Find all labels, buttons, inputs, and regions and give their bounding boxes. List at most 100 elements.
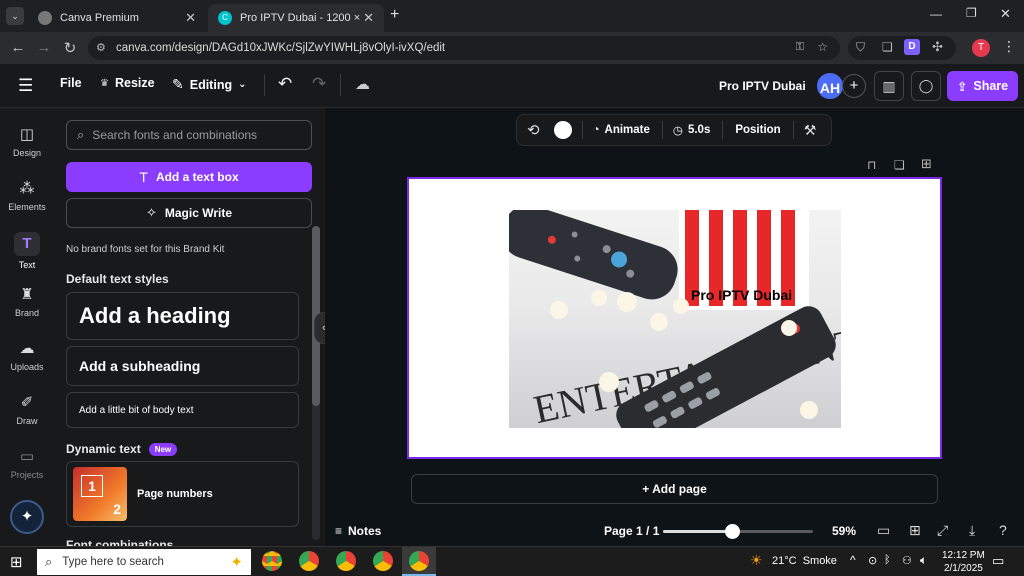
- rail-item-brand[interactable]: ♜ Brand: [0, 286, 54, 318]
- overlay-title-text[interactable]: Pro IPTV Dubai: [691, 287, 792, 303]
- rail-label: Projects: [10, 470, 44, 480]
- clock[interactable]: 12:12 PM 2/1/2025: [942, 549, 985, 575]
- fullscreen-icon[interactable]: ⤢: [937, 522, 948, 539]
- divider: [722, 121, 724, 139]
- canvas-area: ⟲ ◔ Animate ◷ 5.0s Position ⚒ ⊓ ❏ ⊞ Pro …: [325, 108, 1024, 546]
- close-icon[interactable]: ✕: [363, 10, 374, 26]
- editing-mode-button[interactable]: ✎ Editing ⌄: [172, 76, 246, 93]
- menu-kebab-icon[interactable]: ⋮: [1002, 38, 1016, 55]
- position-button[interactable]: Position: [735, 124, 780, 136]
- weather-text[interactable]: 21°C Smoke: [772, 555, 837, 567]
- cloud-save-icon[interactable]: ☁: [355, 75, 370, 93]
- rail-item-design[interactable]: ◫ Design: [0, 126, 54, 158]
- restore-button[interactable]: ❐: [966, 6, 977, 20]
- network-icon[interactable]: ⚇: [902, 554, 912, 567]
- tab-pro-iptv[interactable]: C Pro IPTV Dubai - 1200 × 628px ✕: [208, 4, 384, 32]
- share-button[interactable]: ⇪ Share: [947, 71, 1018, 101]
- chrome-taskbar-icon[interactable]: [336, 551, 356, 571]
- tab-canva-premium[interactable]: Canva Premium ✕: [28, 4, 206, 32]
- add-body-text-card[interactable]: Add a little bit of body text: [66, 392, 299, 428]
- replace-icon[interactable]: ⟲: [527, 121, 540, 139]
- volume-icon[interactable]: 🔈︎: [920, 553, 927, 568]
- rail-item-draw[interactable]: ✐ Draw: [0, 394, 54, 426]
- hamburger-menu-icon[interactable]: ☰: [18, 76, 33, 96]
- puzzle-icon[interactable]: ✣: [932, 39, 943, 55]
- zoom-level[interactable]: 59%: [832, 524, 856, 538]
- window-close-button[interactable]: ✕: [1000, 6, 1011, 22]
- rail-item-text[interactable]: T Text: [0, 232, 54, 270]
- panel-scrollbar[interactable]: [312, 226, 320, 540]
- windows-start-icon[interactable]: ⊞: [10, 553, 23, 571]
- add-heading-card[interactable]: Add a heading: [66, 292, 299, 340]
- reload-icon[interactable]: ↻: [58, 39, 82, 57]
- rail-item-elements[interactable]: ⁂ Elements: [0, 180, 54, 212]
- magic-write-button[interactable]: ✧ Magic Write: [66, 198, 312, 228]
- chrome-taskbar-icon[interactable]: [262, 551, 282, 571]
- notifications-icon[interactable]: ▭: [992, 553, 1004, 569]
- invite-plus-icon[interactable]: +: [842, 74, 866, 98]
- tab-search-button[interactable]: ⌄: [6, 7, 24, 25]
- url-field[interactable]: ⚙ canva.com/design/DAGd10xJWKc/SjlZwYIWH…: [88, 36, 840, 60]
- insights-chart-icon[interactable]: ▥: [874, 71, 904, 101]
- rail-label: Brand: [14, 308, 40, 318]
- magic-assistant-icon[interactable]: ✦: [10, 500, 44, 534]
- new-tab-button[interactable]: +: [390, 6, 399, 24]
- design-page[interactable]: ENTERTAINMENT: [407, 177, 942, 459]
- paint-roller-icon[interactable]: ⚒: [804, 122, 817, 139]
- divider: [792, 121, 794, 139]
- grid-view-icon[interactable]: ⊞: [909, 522, 921, 539]
- minimize-button[interactable]: —: [930, 7, 942, 21]
- add-page-icon[interactable]: ⊞: [921, 156, 932, 172]
- chevron-up-icon[interactable]: ^: [850, 553, 856, 567]
- redo-icon[interactable]: ↷: [312, 74, 326, 94]
- design-title[interactable]: Pro IPTV Dubai: [719, 79, 806, 93]
- help-icon[interactable]: ?: [999, 522, 1007, 538]
- chrome-taskbar-icon[interactable]: [299, 551, 319, 571]
- clock-icon: ◷: [672, 125, 683, 137]
- resize-label: Resize: [114, 76, 155, 90]
- file-menu[interactable]: File: [60, 76, 82, 90]
- zoom-slider[interactable]: [663, 524, 813, 539]
- bookmark-star-icon[interactable]: ☆: [817, 40, 828, 54]
- profile-avatar[interactable]: T: [972, 39, 990, 57]
- add-subheading-card[interactable]: Add a subheading: [66, 346, 299, 386]
- rail-item-projects[interactable]: ▭ Projects: [0, 448, 54, 480]
- chrome-taskbar-icon[interactable]: [373, 551, 393, 571]
- ext-d-icon[interactable]: D: [904, 39, 920, 55]
- search-input[interactable]: ⌕ Search fonts and combinations: [66, 120, 312, 150]
- forward-icon[interactable]: →: [32, 39, 56, 56]
- undo-icon[interactable]: ↶: [278, 74, 292, 94]
- download-icon[interactable]: ⤓: [969, 522, 975, 539]
- resize-button[interactable]: ♛ Resize: [100, 76, 155, 90]
- pages-view-icon[interactable]: ▭: [877, 522, 890, 539]
- bluetooth-icon[interactable]: ᛒ: [884, 554, 891, 566]
- close-icon[interactable]: ✕: [185, 10, 196, 26]
- share-label: Share: [973, 79, 1009, 93]
- duration-label: 5.0s: [687, 124, 711, 136]
- add-page-button[interactable]: + Add page: [411, 474, 938, 504]
- duplicate-page-icon[interactable]: ❏: [894, 158, 905, 172]
- color-swatch[interactable]: [553, 121, 572, 139]
- avatar[interactable]: AH: [815, 71, 845, 101]
- animate-button[interactable]: ◔ Animate: [593, 124, 650, 136]
- back-icon[interactable]: ←: [6, 39, 30, 56]
- taskbar-search-input[interactable]: ⌕ Type here to search ✦: [37, 549, 251, 575]
- tray-app-icon[interactable]: ⊙: [868, 554, 877, 567]
- comment-icon[interactable]: ◯: [911, 71, 941, 101]
- notes-icon: ≡: [335, 524, 343, 538]
- entertainment-photo[interactable]: ENTERTAINMENT: [509, 210, 841, 428]
- duration-button[interactable]: ◷ 5.0s: [673, 123, 710, 137]
- shield-icon[interactable]: ⛉: [856, 40, 865, 55]
- page-numbers-card[interactable]: 1 2 Page numbers: [66, 461, 299, 527]
- add-text-box-button[interactable]: T Add a text box: [66, 162, 312, 192]
- key-icon[interactable]: ⚿: [796, 41, 804, 54]
- site-info-icon[interactable]: ⚙: [96, 41, 106, 54]
- lock-icon[interactable]: ⊓: [867, 158, 876, 172]
- copy-ext-icon[interactable]: ❏: [882, 40, 893, 54]
- page-indicator[interactable]: Page 1 / 1: [604, 524, 659, 538]
- rail-item-uploads[interactable]: ☁ Uploads: [0, 340, 54, 372]
- chrome-taskbar-active[interactable]: [402, 547, 436, 576]
- heading-label: Add a heading: [79, 303, 231, 328]
- notes-button[interactable]: ≡ Notes: [335, 524, 381, 538]
- zoom-slider-thumb[interactable]: [725, 524, 741, 539]
